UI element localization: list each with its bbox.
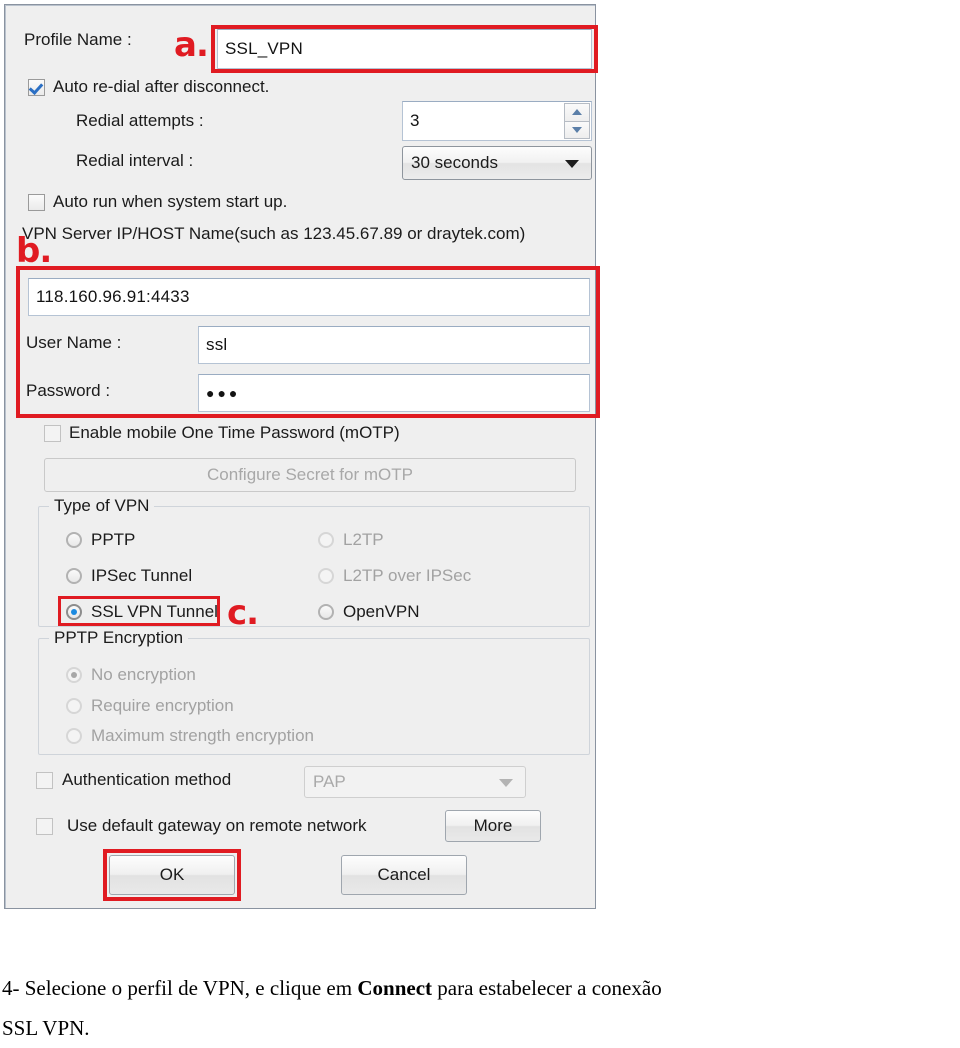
- pptp-no-encryption: No encryption: [66, 665, 196, 685]
- profile-name-label: Profile Name :: [24, 30, 132, 49]
- more-button-label: More: [473, 816, 513, 835]
- auto-redial-label: Auto re-dial after disconnect.: [53, 77, 270, 96]
- server-hint-row: VPN Server IP/HOST Name(such as 123.45.6…: [22, 224, 525, 244]
- default-gateway-checkbox[interactable]: [36, 817, 53, 835]
- vpn-type-ssl-vpn-tunnel[interactable]: SSL VPN Tunnel: [66, 602, 218, 622]
- radio-openvpn-icon[interactable]: [318, 604, 334, 620]
- radio-no-encryption-icon: [66, 667, 82, 683]
- redial-attempts-input[interactable]: 3: [402, 101, 592, 141]
- password-row: Password :: [26, 381, 110, 401]
- configure-motp-label: Configure Secret for mOTP: [207, 465, 413, 484]
- radio-l2tp-icon[interactable]: [318, 532, 334, 548]
- username-label: User Name :: [26, 333, 122, 352]
- annotation-marker-c: c.: [227, 593, 259, 633]
- username-value: ssl: [206, 335, 228, 354]
- annotation-marker-b: b.: [16, 231, 52, 271]
- server-address-input[interactable]: 118.160.96.91:4433: [28, 278, 590, 316]
- caption-line1-after: para estabelecer a conexão: [432, 976, 662, 1000]
- cancel-button-label: Cancel: [377, 865, 431, 884]
- stepper-down-icon[interactable]: [564, 120, 590, 139]
- auto-redial-checkbox[interactable]: [28, 78, 45, 96]
- radio-ipsec-tunnel-icon[interactable]: [66, 568, 82, 584]
- ok-button[interactable]: OK: [109, 855, 235, 895]
- redial-attempts-row: Redial attempts :: [76, 111, 204, 131]
- vpn-type-ssl-vpn-tunnel-label: SSL VPN Tunnel: [91, 602, 218, 621]
- auto-run-checkbox[interactable]: [28, 193, 45, 211]
- cancel-button[interactable]: Cancel: [341, 855, 467, 895]
- dialog-content-pane: Profile Name : a. SSL_VPN Auto re-dial a…: [8, 8, 600, 905]
- pptp-require-encryption-label: Require encryption: [91, 696, 234, 715]
- default-gateway-row[interactable]: Use default gateway on remote network: [36, 816, 367, 836]
- pptp-require-encryption: Require encryption: [66, 696, 234, 716]
- radio-maximum-encryption-icon: [66, 728, 82, 744]
- vpn-type-ipsec-tunnel[interactable]: IPSec Tunnel: [66, 566, 192, 586]
- chevron-down-icon: [565, 160, 579, 168]
- ok-button-label: OK: [159, 865, 185, 884]
- auto-run-label: Auto run when system start up.: [53, 192, 288, 211]
- redial-interval-row: Redial interval :: [76, 151, 193, 171]
- vpn-type-l2tp[interactable]: L2TP: [318, 530, 384, 550]
- type-of-vpn-title: Type of VPN: [49, 496, 155, 516]
- auto-run-row[interactable]: Auto run when system start up.: [28, 192, 287, 212]
- pptp-no-encryption-label: No encryption: [91, 665, 196, 684]
- vpn-type-pptp[interactable]: PPTP: [66, 530, 135, 550]
- password-input[interactable]: ●●●: [198, 374, 590, 412]
- vpn-type-l2tp-label: L2TP: [343, 530, 384, 549]
- configure-motp-button[interactable]: Configure Secret for mOTP: [44, 458, 576, 492]
- username-row: User Name :: [26, 333, 121, 353]
- redial-interval-value: 30 seconds: [411, 153, 498, 172]
- vpn-type-ipsec-tunnel-label: IPSec Tunnel: [91, 566, 193, 585]
- radio-require-encryption-icon: [66, 698, 82, 714]
- motp-row[interactable]: Enable mobile One Time Password (mOTP): [44, 423, 400, 443]
- password-label: Password :: [26, 381, 111, 400]
- auth-method-checkbox[interactable]: [36, 771, 53, 789]
- server-hint-label: VPN Server IP/HOST Name(such as 123.45.6…: [22, 224, 526, 243]
- radio-pptp-icon[interactable]: [66, 532, 82, 548]
- default-gateway-label: Use default gateway on remote network: [67, 816, 367, 835]
- auth-method-select[interactable]: PAP: [304, 766, 526, 798]
- redial-attempts-value: 3: [410, 111, 420, 130]
- vpn-type-l2tp-over-ipsec[interactable]: L2TP over IPSec: [318, 566, 471, 586]
- password-value: ●●●: [206, 385, 241, 401]
- radio-ssl-vpn-tunnel-icon[interactable]: [66, 604, 82, 620]
- more-button[interactable]: More: [445, 810, 541, 842]
- username-input[interactable]: ssl: [198, 326, 590, 364]
- stepper-up-icon[interactable]: [564, 103, 590, 121]
- auth-method-value: PAP: [313, 772, 346, 791]
- motp-label: Enable mobile One Time Password (mOTP): [69, 423, 400, 442]
- vpn-type-openvpn-label: OpenVPN: [343, 602, 420, 621]
- vpn-type-l2tp-over-ipsec-label: L2TP over IPSec: [343, 566, 472, 585]
- vpn-profile-dialog: Profile Name : a. SSL_VPN Auto re-dial a…: [4, 4, 600, 909]
- auth-method-label: Authentication method: [62, 770, 232, 789]
- motp-checkbox[interactable]: [44, 424, 61, 442]
- pptp-maximum-encryption: Maximum strength encryption: [66, 726, 314, 746]
- profile-name-input[interactable]: SSL_VPN: [217, 29, 592, 69]
- pptp-encryption-title: PPTP Encryption: [49, 628, 189, 648]
- caption-connect-keyword: Connect: [357, 976, 433, 1000]
- auto-redial-row[interactable]: Auto re-dial after disconnect.: [28, 77, 269, 97]
- vpn-type-openvpn[interactable]: OpenVPN: [318, 602, 420, 622]
- caption-line2: SSL VPN.: [2, 1016, 90, 1040]
- radio-l2tp-over-ipsec-icon[interactable]: [318, 568, 334, 584]
- vpn-type-pptp-label: PPTP: [91, 530, 136, 549]
- redial-attempts-stepper[interactable]: [564, 103, 590, 139]
- redial-interval-label: Redial interval :: [76, 151, 194, 170]
- auth-method-row[interactable]: Authentication method: [36, 770, 231, 790]
- profile-name-row: Profile Name :: [24, 30, 132, 50]
- instruction-caption: 4- Selecione o perfil de VPN, e clique e…: [2, 968, 958, 1048]
- redial-attempts-label: Redial attempts :: [76, 111, 204, 130]
- annotation-marker-a: a.: [174, 25, 209, 65]
- chevron-down-icon-auth: [499, 779, 513, 787]
- server-address-value: 118.160.96.91:4433: [36, 287, 190, 306]
- profile-name-value: SSL_VPN: [225, 39, 303, 58]
- caption-line1-before: 4- Selecione o perfil de VPN, e clique e…: [2, 976, 358, 1000]
- redial-interval-select[interactable]: 30 seconds: [402, 146, 592, 180]
- pptp-maximum-encryption-label: Maximum strength encryption: [91, 726, 314, 745]
